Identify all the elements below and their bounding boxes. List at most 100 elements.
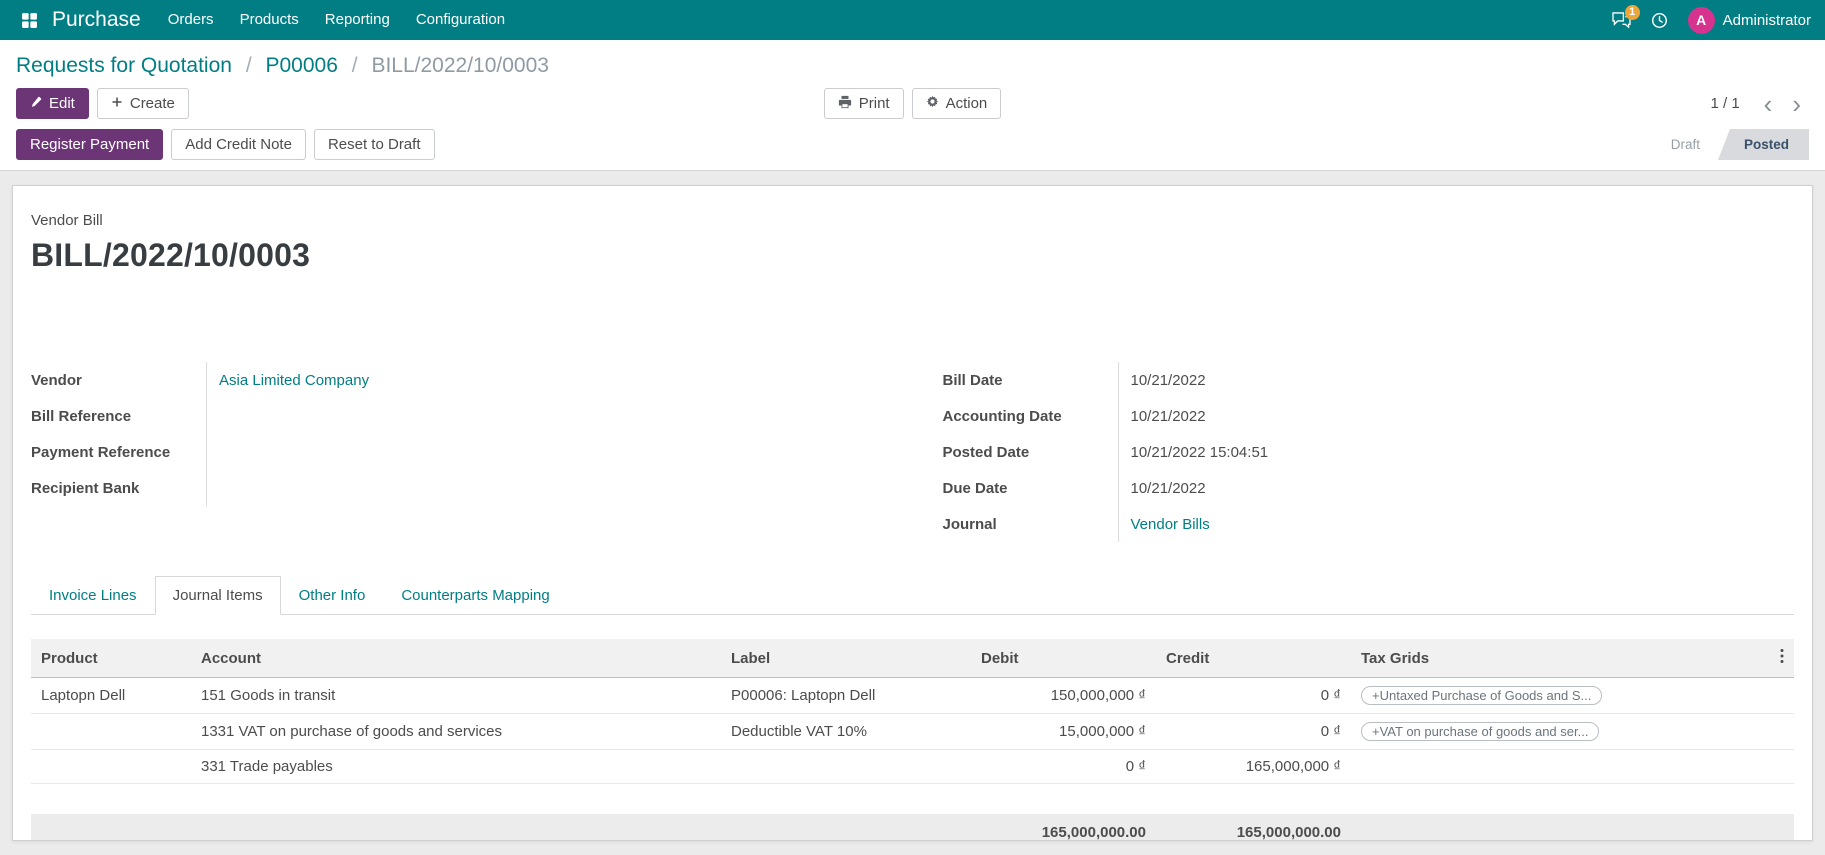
cell-extra [1766,677,1794,714]
cell-tax-grids: +Untaxed Purchase of Goods and S... [1351,677,1766,714]
field-due-date: Due Date 10/21/2022 [943,470,1795,506]
field-journal: Journal Vendor Bills [943,506,1795,542]
menu-orders[interactable]: Orders [155,0,227,40]
cell-extra [1766,749,1794,784]
due-date-value: 10/21/2022 [1117,470,1795,506]
bill-reference-value [206,398,883,434]
journal-value[interactable]: Vendor Bills [1117,506,1795,542]
edit-button-label: Edit [49,95,75,112]
col-tax-grids[interactable]: Tax Grids [1351,639,1766,678]
menu-products[interactable]: Products [227,0,312,40]
pager-next-icon[interactable]: › [1784,91,1809,117]
form-view-background: Vendor Bill BILL/2022/10/0003 Vendor Asi… [0,171,1825,855]
pager-previous-icon[interactable]: ‹ [1756,91,1781,117]
cell-debit: 15,000,000 ₫ [971,713,1156,750]
register-payment-button[interactable]: Register Payment [16,129,164,160]
print-button[interactable]: Print [823,88,904,119]
tab-other-info[interactable]: Other Info [281,576,384,615]
tab-counterparts-mapping[interactable]: Counterparts Mapping [383,576,567,615]
cell-credit: 0 ₫ [1156,677,1351,714]
breadcrumb-separator: / [245,54,252,77]
posted-date-label: Posted Date [942,443,1030,461]
state-widget: Draft Posted [1653,129,1809,160]
app-name[interactable]: Purchase [52,8,141,32]
table-spacer-row [31,784,1794,814]
cell-debit: 0 ₫ [971,749,1156,784]
page-title: BILL/2022/10/0003 [31,237,311,273]
state-posted[interactable]: Posted [1717,129,1809,160]
col-credit[interactable]: Credit [1156,639,1351,678]
optional-columns-toggle[interactable] [1766,639,1794,678]
cell-extra [1766,713,1794,750]
action-button[interactable]: Action [911,88,1002,119]
tax-grid-tag: +Untaxed Purchase of Goods and S... [1361,686,1603,705]
breadcrumb: Requests for Quotation / P00006 / BILL/2… [16,52,1809,80]
table-row[interactable]: 1331 VAT on purchase of goods and servic… [31,713,1794,750]
user-name: Administrator [1722,11,1811,29]
cell-debit: 150,000,000 ₫ [971,677,1156,714]
messages-icon[interactable]: 1 [1611,4,1640,29]
journal-label: Journal [942,515,997,533]
tab-invoice-lines[interactable]: Invoice Lines [31,576,155,615]
totals-empty [1766,813,1794,840]
breadcrumb-p00006[interactable]: P00006 [266,54,338,77]
message-counter-badge: 1 [1624,4,1640,20]
vendor-bill-sheet: Vendor Bill BILL/2022/10/0003 Vendor Asi… [12,185,1813,841]
document-type-label: Vendor Bill [31,212,103,229]
accounting-date-value: 10/21/2022 [1117,398,1795,434]
gear-icon [926,95,939,112]
breadcrumb-rfq[interactable]: Requests for Quotation [16,54,232,77]
bill-date-label: Bill Date [942,371,1003,389]
tab-journal-items[interactable]: Journal Items [154,576,281,615]
breadcrumb-current: BILL/2022/10/0003 [371,54,549,77]
col-product[interactable]: Product [31,639,191,678]
pager-text: 1 / 1 [1710,95,1740,112]
totals-empty [721,813,971,840]
create-button[interactable]: Create [96,88,189,119]
bill-date-value: 10/21/2022 [1117,362,1795,398]
cell-label: Deductible VAT 10% [721,713,971,750]
plus-icon [111,95,123,112]
field-payment-reference: Payment Reference [31,434,883,470]
payment-reference-label: Payment Reference [31,443,171,461]
recipient-bank-label: Recipient Bank [31,479,140,497]
cell-credit: 0 ₫ [1156,713,1351,750]
totals-empty [31,813,191,840]
kebab-dots-icon [1780,649,1784,668]
menu-reporting[interactable]: Reporting [312,0,403,40]
activity-clock-icon[interactable] [1651,12,1668,29]
cell-tax-grids: +VAT on purchase of goods and ser... [1351,713,1766,750]
payment-reference-value [206,434,883,470]
cp-left-buttons: Edit Create [16,88,824,119]
tax-grid-tag: +VAT on purchase of goods and ser... [1361,722,1600,741]
reset-to-draft-button[interactable]: Reset to Draft [313,129,435,160]
notebook-tabs: Invoice Lines Journal Items Other Info C… [31,576,1794,615]
due-date-label: Due Date [942,479,1008,497]
apps-menu-icon[interactable] [14,0,44,40]
pager: 1 / 1 ‹ › [1001,91,1809,117]
col-debit[interactable]: Debit [971,639,1156,678]
accounting-date-label: Accounting Date [942,407,1062,425]
edit-button[interactable]: Edit [16,88,89,119]
breadcrumb-separator: / [351,54,358,77]
printer-icon [838,95,852,113]
pencil-icon [30,95,42,112]
cell-account: 1331 VAT on purchase of goods and servic… [191,713,721,750]
field-bill-reference: Bill Reference [31,398,883,434]
user-menu[interactable]: A Administrator [1687,6,1811,34]
create-button-label: Create [129,95,175,112]
cell-label [721,749,971,784]
add-credit-note-button[interactable]: Add Credit Note [171,129,306,160]
cell-product [31,749,191,784]
col-account[interactable]: Account [191,639,721,678]
menu-configuration[interactable]: Configuration [403,0,518,40]
navbar-right: 1 A Administrator [1611,4,1811,34]
cell-credit: 165,000,000 ₫ [1156,749,1351,784]
cell-account: 331 Trade payables [191,749,721,784]
vendor-value[interactable]: Asia Limited Company [206,362,883,398]
table-row[interactable]: Laptopn Dell 151 Goods in transit P00006… [31,677,1794,714]
state-draft[interactable]: Draft [1653,129,1718,160]
table-row[interactable]: 331 Trade payables 0 ₫ 165,000,000 ₫ [31,749,1794,784]
col-label[interactable]: Label [721,639,971,678]
totals-empty [1351,813,1766,840]
